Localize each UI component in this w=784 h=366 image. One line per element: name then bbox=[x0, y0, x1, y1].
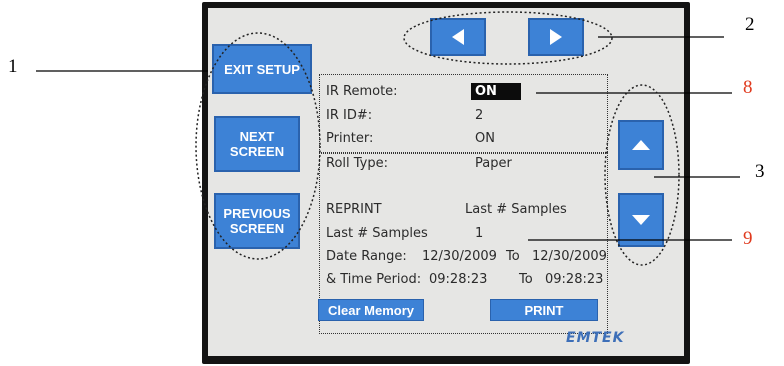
callout-number-2: 2 bbox=[745, 14, 755, 35]
callout-number-8: 8 bbox=[743, 77, 753, 98]
arrow-up-icon bbox=[632, 140, 650, 150]
printer-label: Printer: bbox=[326, 131, 374, 146]
previous-screen-button[interactable]: PREVIOUS SCREEN bbox=[214, 193, 300, 249]
time-from-value[interactable]: 09:28:23 bbox=[429, 272, 487, 287]
scroll-up-button[interactable] bbox=[618, 120, 664, 170]
last-samples-label: Last # Samples bbox=[326, 226, 428, 241]
printer-value[interactable]: ON bbox=[475, 131, 495, 146]
time-to-value[interactable]: 09:28:23 bbox=[545, 272, 603, 287]
reprint-label: REPRINT bbox=[326, 202, 382, 217]
time-period-label: & Time Period: bbox=[326, 272, 422, 287]
arrow-down-icon bbox=[632, 215, 650, 225]
clear-memory-button[interactable]: Clear Memory bbox=[318, 299, 424, 321]
prev-arrow-button[interactable] bbox=[430, 18, 486, 56]
scroll-down-button[interactable] bbox=[618, 193, 664, 247]
time-to-label: To bbox=[519, 272, 533, 287]
print-button[interactable]: PRINT bbox=[490, 299, 598, 321]
roll-type-value[interactable]: Paper bbox=[475, 156, 512, 171]
ir-id-label: IR ID#: bbox=[326, 108, 373, 123]
reprint-mode-value[interactable]: Last # Samples bbox=[465, 202, 567, 217]
ir-id-value[interactable]: 2 bbox=[475, 108, 483, 123]
date-range-label: Date Range: bbox=[326, 249, 407, 264]
callout-number-1: 1 bbox=[8, 56, 18, 77]
roll-type-label: Roll Type: bbox=[326, 156, 388, 171]
callout-number-9: 9 bbox=[743, 228, 753, 249]
ir-remote-label: IR Remote: bbox=[326, 84, 398, 99]
last-samples-value[interactable]: 1 bbox=[475, 226, 483, 241]
date-to-value[interactable]: 12/30/2009 bbox=[532, 249, 607, 264]
next-arrow-button[interactable] bbox=[528, 18, 584, 56]
emtek-logo: EMTEK bbox=[566, 330, 625, 346]
arrow-right-icon bbox=[550, 29, 562, 45]
ir-remote-toggle[interactable]: ON bbox=[471, 83, 521, 100]
date-to-label: To bbox=[506, 249, 520, 264]
arrow-left-icon bbox=[452, 29, 464, 45]
date-from-value[interactable]: 12/30/2009 bbox=[422, 249, 497, 264]
callout-number-3: 3 bbox=[755, 161, 765, 182]
exit-setup-button[interactable]: EXIT SETUP bbox=[212, 44, 312, 94]
next-screen-button[interactable]: NEXT SCREEN bbox=[214, 116, 300, 172]
